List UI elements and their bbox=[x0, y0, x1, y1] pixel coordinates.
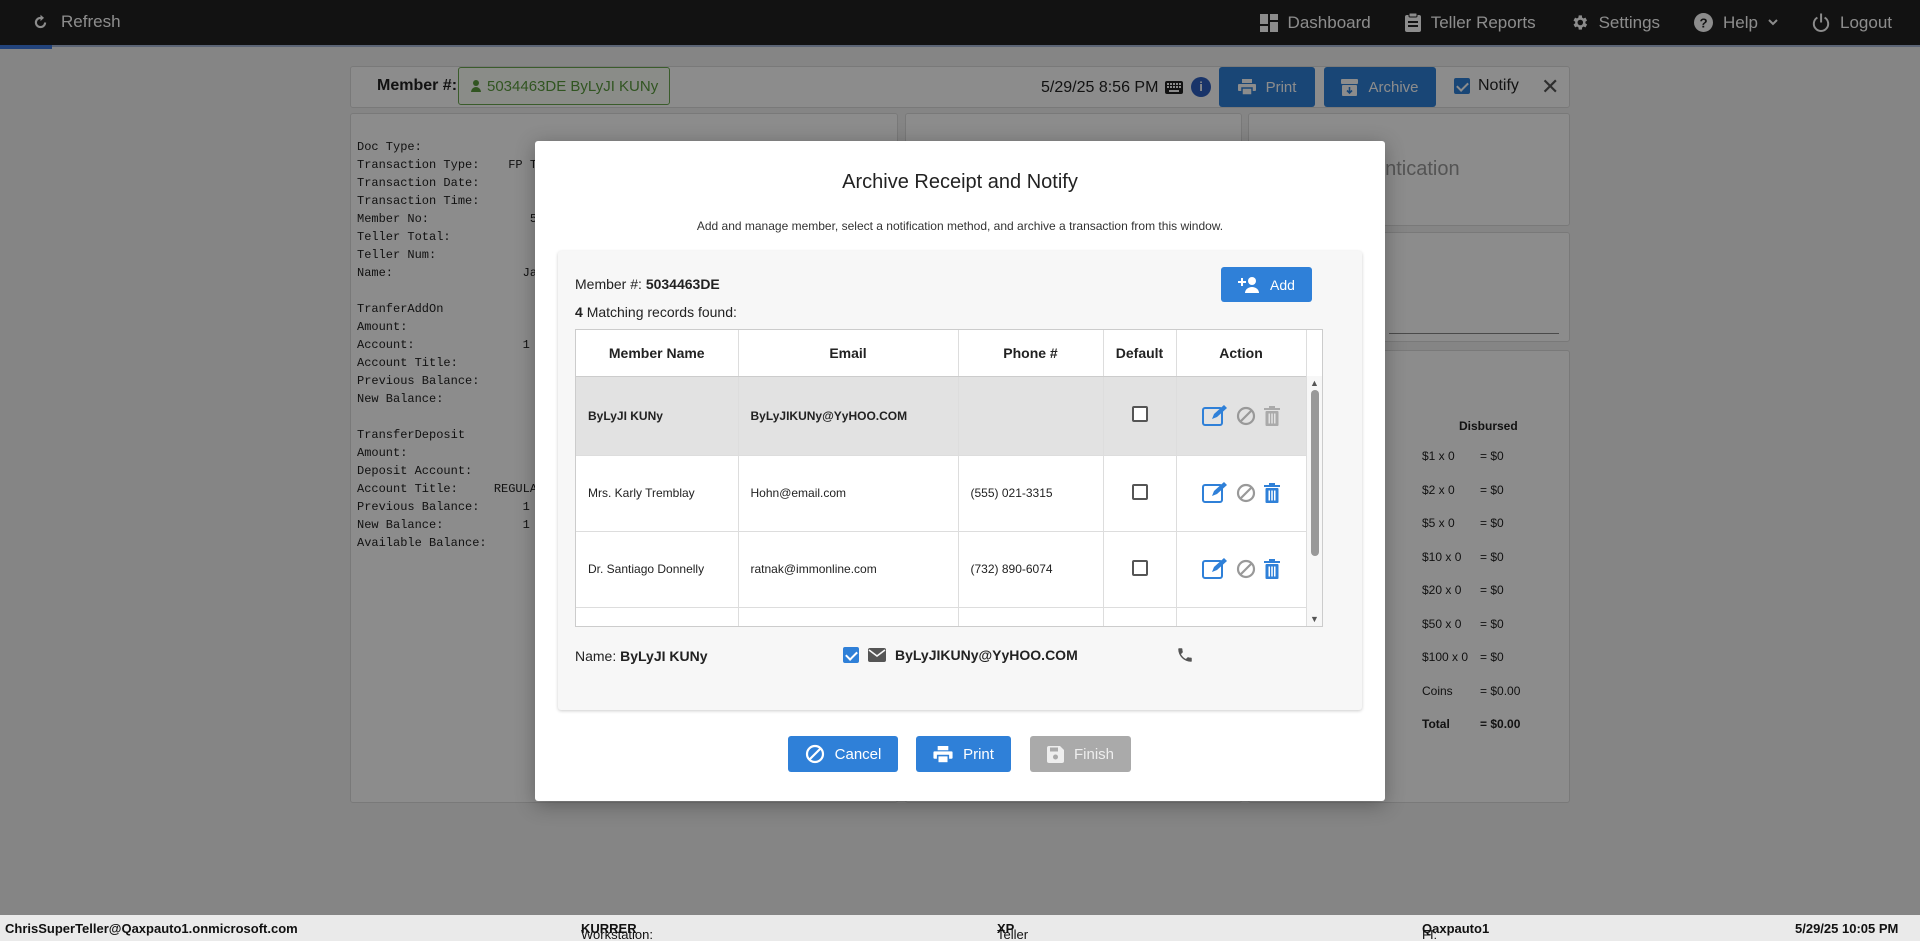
cell-email: ByLyJIKUNy@YyHOO.COM bbox=[738, 376, 959, 456]
delete-icon[interactable] bbox=[1264, 559, 1280, 579]
table-row[interactable]: Mrs. Karly Tremblay Hohn@email.com (555)… bbox=[576, 455, 1307, 532]
member-number-label: Member #: bbox=[575, 276, 642, 292]
match-text: Matching records found: bbox=[586, 304, 737, 320]
default-checkbox[interactable] bbox=[1131, 559, 1148, 576]
disable-icon[interactable] bbox=[1236, 406, 1256, 426]
finish-label: Finish bbox=[1073, 745, 1114, 763]
platform-label: Teller Platform: bbox=[997, 927, 1029, 941]
status-fi: FI: Qaxpauto1 bbox=[1422, 921, 1489, 941]
col-default[interactable]: Default bbox=[1103, 330, 1177, 377]
edit-icon[interactable] bbox=[1202, 404, 1228, 427]
add-member-button[interactable]: Add bbox=[1221, 267, 1312, 302]
cell-member-name bbox=[576, 607, 739, 626]
status-user: ChrisSuperTeller@Qaxpauto1.onmicrosoft.c… bbox=[5, 921, 298, 936]
table-row[interactable] bbox=[576, 607, 1307, 626]
status-bar: ChrisSuperTeller@Qaxpauto1.onmicrosoft.c… bbox=[0, 915, 1920, 941]
cancel-icon bbox=[805, 744, 824, 764]
table-row[interactable]: Dr. Santiago Donnelly ratnak@immonline.c… bbox=[576, 531, 1307, 608]
cell-email: ratnak@immonline.com bbox=[738, 531, 959, 608]
finish-button[interactable]: Finish bbox=[1030, 736, 1131, 772]
col-member-name[interactable]: Member Name bbox=[576, 330, 739, 377]
cell-actions bbox=[1176, 531, 1307, 608]
delete-icon bbox=[1264, 405, 1280, 426]
workstation-label: Workstation: bbox=[581, 927, 654, 941]
table-header-row: Member Name Email Phone # Default Action bbox=[576, 330, 1307, 377]
disable-icon[interactable] bbox=[1236, 483, 1256, 503]
cell-default bbox=[1103, 531, 1177, 608]
default-checkbox[interactable] bbox=[1131, 406, 1148, 422]
cell-default bbox=[1103, 607, 1177, 626]
cell-phone: (555) 021-3315 bbox=[958, 455, 1104, 532]
cell-phone bbox=[958, 376, 1104, 456]
printer-icon bbox=[933, 745, 953, 763]
member-records-table: Member Name Email Phone # Default Action… bbox=[575, 329, 1323, 627]
selected-name: ByLyJI KUNy bbox=[620, 648, 708, 664]
disable-icon[interactable] bbox=[1236, 559, 1256, 579]
default-checkbox[interactable] bbox=[1131, 483, 1148, 500]
modal-print-label: Print bbox=[963, 745, 994, 763]
edit-icon[interactable] bbox=[1202, 558, 1228, 580]
col-email[interactable]: Email bbox=[738, 330, 959, 377]
cell-member-name: Mrs. Karly Tremblay bbox=[576, 455, 739, 532]
scroll-down-icon[interactable]: ▼ bbox=[1310, 614, 1319, 624]
modal-title: Archive Receipt and Notify bbox=[842, 171, 1078, 193]
match-count-line: 4 Matching records found: bbox=[575, 304, 737, 320]
cell-member-name: ByLyJI KUNy bbox=[576, 376, 739, 456]
cell-member-name: Dr. Santiago Donnelly bbox=[576, 531, 739, 608]
modal-print-button[interactable]: Print bbox=[916, 736, 1011, 772]
status-datetime: 5/29/25 10:05 PM bbox=[1795, 921, 1899, 936]
edit-icon[interactable] bbox=[1202, 482, 1228, 504]
col-action: Action bbox=[1176, 330, 1307, 377]
cell-actions bbox=[1176, 376, 1307, 456]
col-phone[interactable]: Phone # bbox=[958, 330, 1104, 377]
delete-icon[interactable] bbox=[1264, 483, 1280, 503]
cell-email: Hohn@email.com bbox=[738, 455, 959, 532]
save-icon bbox=[1046, 745, 1064, 763]
selected-name-line: Name: ByLyJI KUNy bbox=[575, 648, 708, 664]
table-scrollbar[interactable]: ▲ ▼ bbox=[1306, 376, 1322, 626]
cell-default bbox=[1103, 376, 1177, 456]
add-label: Add bbox=[1270, 276, 1295, 293]
phone-icon[interactable] bbox=[1176, 646, 1194, 664]
archive-receipt-modal: Archive Receipt and Notify Add and manag… bbox=[535, 141, 1385, 801]
modal-subtitle: Add and manage member, select a notifica… bbox=[696, 219, 1224, 233]
fi-label: FI: bbox=[1422, 927, 1438, 941]
scroll-thumb[interactable] bbox=[1311, 390, 1319, 556]
match-count: 4 bbox=[575, 304, 583, 320]
member-records-card: Member #: 5034463DE 4 Matching records f… bbox=[558, 251, 1362, 710]
selected-name-label: Name: bbox=[575, 648, 617, 664]
status-platform: Teller Platform: XP bbox=[997, 921, 1028, 941]
table-row[interactable]: ByLyJI KUNy ByLyJIKUNy@YyHOO.COM bbox=[576, 376, 1307, 456]
selected-email: ByLyJIKUNy@YyHOO.COM bbox=[895, 647, 1078, 663]
status-workstation: Workstation: KURRER bbox=[581, 921, 653, 941]
cancel-label: Cancel bbox=[834, 745, 882, 763]
envelope-icon bbox=[868, 648, 886, 662]
cell-email bbox=[738, 607, 959, 626]
cell-actions bbox=[1176, 607, 1307, 626]
add-user-icon bbox=[1238, 276, 1260, 293]
cell-phone bbox=[958, 607, 1104, 626]
selected-email-line: ByLyJIKUNy@YyHOO.COM bbox=[843, 647, 1078, 663]
cancel-button[interactable]: Cancel bbox=[788, 736, 898, 772]
cell-actions bbox=[1176, 455, 1307, 532]
cell-default bbox=[1103, 455, 1177, 532]
member-number-value: 5034463DE bbox=[645, 276, 720, 292]
scroll-up-icon[interactable]: ▲ bbox=[1310, 378, 1319, 388]
email-notify-checkbox[interactable] bbox=[843, 647, 859, 663]
cell-phone: (732) 890-6074 bbox=[958, 531, 1104, 608]
member-number-line: Member #: 5034463DE bbox=[575, 276, 720, 292]
